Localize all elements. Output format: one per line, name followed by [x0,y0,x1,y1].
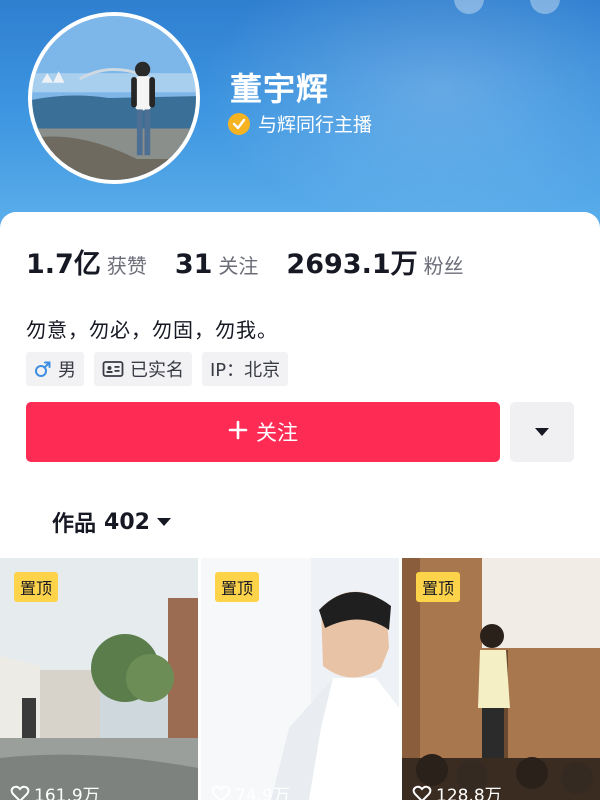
video-grid: 置顶 161.9万 置顶 74.9万 置顶 128.8万 [0,558,600,800]
stat-followers-label: 粉丝 [423,254,464,278]
header-action-icon[interactable] [454,0,484,14]
id-card-icon [102,360,124,378]
profile-tags: 男 已实名 IP：北京 [26,352,298,386]
video-likes-count: 161.9万 [34,786,100,800]
works-tab-label: 作品 [52,512,97,537]
avatar[interactable] [28,12,200,184]
heart-icon [10,785,30,800]
verified-check-icon [228,112,250,135]
plus-icon [228,419,248,445]
stats-row: 1.7亿 获赞 31 关注 2693.1万 粉丝 [26,242,492,281]
video-likes-count: 74.9万 [235,786,290,800]
verification-row: 与辉同行主播 [228,110,372,137]
video-likes-count: 128.8万 [436,786,502,800]
tag-ip-location-label: IP：北京 [210,360,281,381]
heart-icon [412,785,432,800]
verification-text: 与辉同行主播 [258,114,373,136]
stat-following[interactable]: 31 关注 [175,249,259,280]
video-likes: 128.8万 [412,781,502,800]
header-more-icon[interactable] [530,0,560,14]
stat-likes-count: 1.7亿 [26,249,101,280]
triangle-down-icon [534,423,550,442]
video-thumbnail[interactable]: 置顶 74.9万 [201,558,399,800]
tag-gender: 男 [26,352,84,386]
stat-following-label: 关注 [218,254,259,278]
video-thumbnail[interactable]: 置顶 161.9万 [0,558,198,800]
tab-works[interactable]: 作品 402 [52,506,172,538]
male-icon [34,360,52,378]
caret-down-icon [156,513,172,532]
heart-icon [211,785,231,800]
pinned-badge: 置顶 [14,572,59,602]
works-count: 402 [104,509,150,535]
follow-button-label: 关注 [256,421,298,445]
avatar-photo [32,16,196,180]
stat-followers[interactable]: 2693.1万 粉丝 [286,242,463,281]
pinned-badge: 置顶 [416,572,461,602]
video-likes: 161.9万 [10,781,100,800]
pinned-badge: 置顶 [215,572,260,602]
tag-verified-identity: 已实名 [94,352,192,386]
more-options-button[interactable] [510,402,574,462]
stat-followers-count: 2693.1万 [286,249,418,280]
tag-verified-identity-label: 已实名 [130,360,184,381]
stat-following-count: 31 [174,249,213,280]
stat-likes-label: 获赞 [106,254,147,278]
video-likes: 74.9万 [211,781,290,800]
tag-ip-location: IP：北京 [202,352,289,386]
follow-button[interactable]: 关注 [26,402,500,462]
profile-name: 董宇辉 [230,70,330,108]
video-thumbnail[interactable]: 置顶 128.8万 [402,558,600,800]
tag-gender-label: 男 [58,360,76,381]
stat-likes[interactable]: 1.7亿 获赞 [26,242,147,281]
profile-bio: 勿意，勿必，勿固，勿我。 [26,318,278,342]
